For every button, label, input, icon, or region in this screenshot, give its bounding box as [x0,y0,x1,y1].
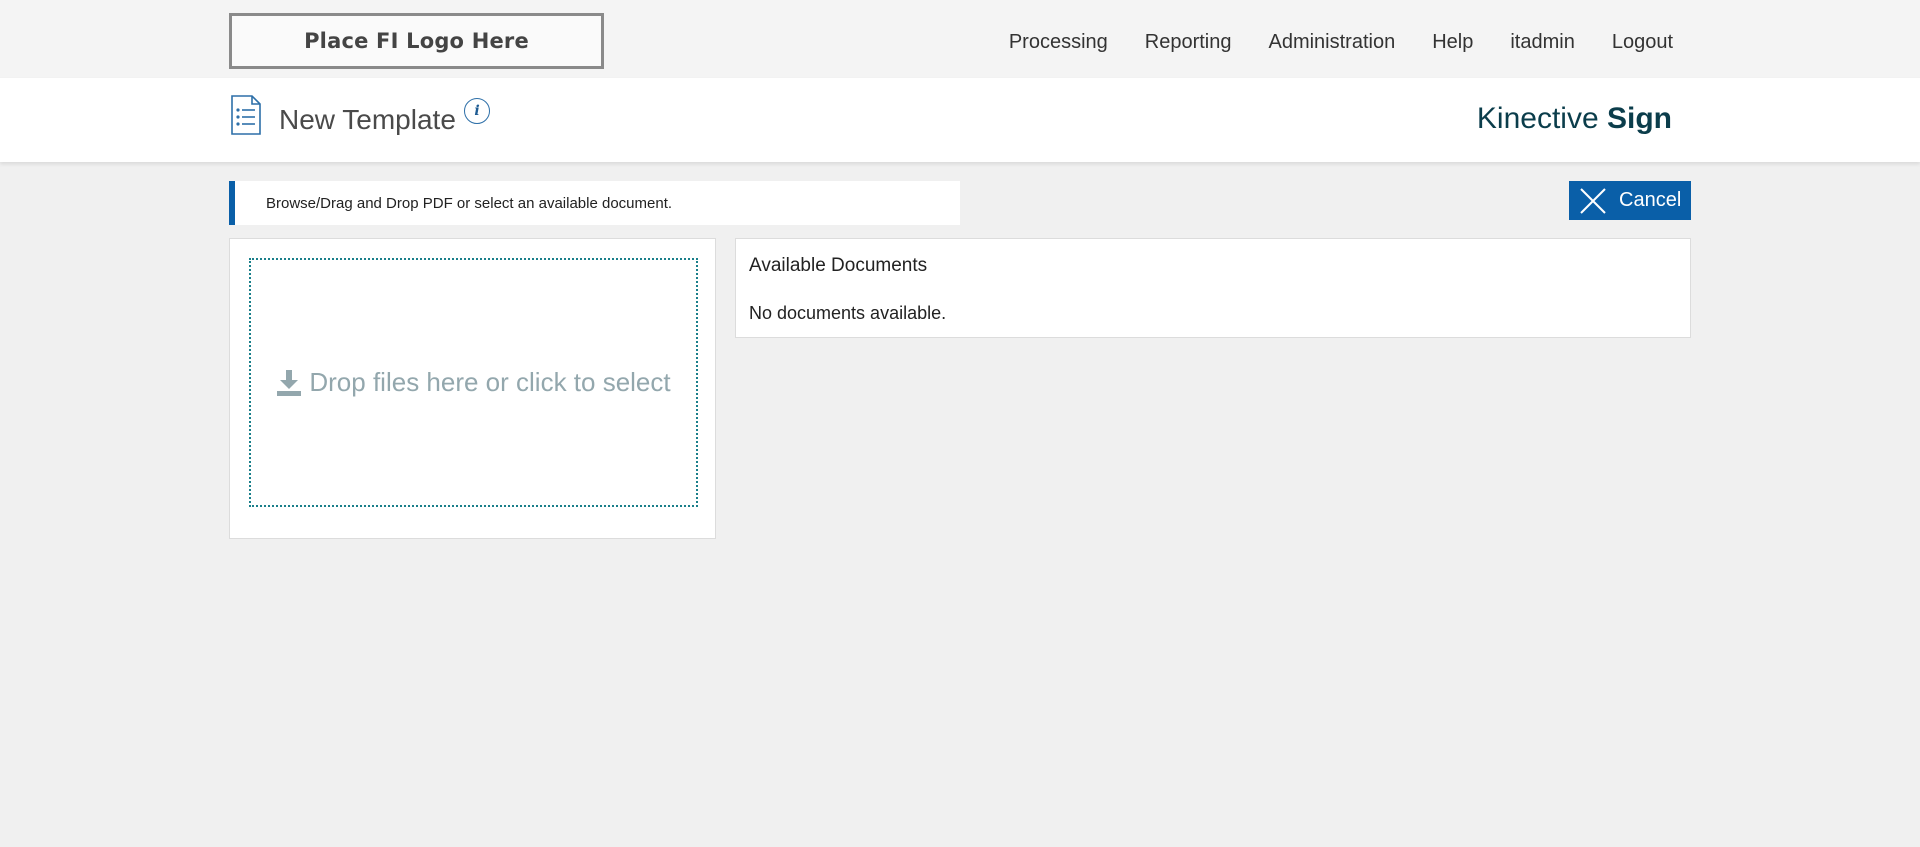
dropzone-text: Drop files here or click to select [309,367,671,397]
brand-product: Sign [1607,102,1672,135]
close-icon [1580,187,1606,214]
file-dropzone[interactable]: Drop files here or click to select [249,258,698,507]
instruction-text: Browse/Drag and Drop PDF or select an av… [266,194,673,212]
institution-logo-placeholder[interactable]: Place FI Logo Here [229,13,604,69]
nav-user-menu[interactable]: itadmin [1510,31,1574,54]
page-title: New Template [279,104,456,135]
top-navigation-bar: Place FI Logo Here Processing Reporting … [0,0,1920,78]
nav-processing[interactable]: Processing [1009,31,1108,54]
info-icon[interactable]: i [464,98,490,124]
nav-administration[interactable]: Administration [1268,31,1395,54]
nav-help[interactable]: Help [1432,31,1473,54]
brand-wordmark: Kinective Sign [1477,102,1672,136]
available-documents-panel: Available Documents No documents availab… [735,238,1691,338]
dropzone-prompt: Drop files here or click to select [276,367,671,398]
nav-reporting[interactable]: Reporting [1145,31,1232,54]
brand-name: Kinective [1476,102,1599,135]
document-list-icon [231,95,261,135]
instruction-banner: Browse/Drag and Drop PDF or select an av… [229,181,960,225]
page-header: New Template i Kinective Sign [0,78,1920,162]
cancel-label: Cancel [1619,189,1682,211]
cancel-button[interactable]: Cancel [1569,181,1691,220]
main-nav: Processing Reporting Administration Help… [1009,0,1673,84]
documents-empty-message: No documents available. [749,303,947,323]
download-icon [277,369,302,396]
logo-text: Place FI Logo Here [304,29,529,53]
available-documents-title: Available Documents [749,255,928,276]
nav-logout[interactable]: Logout [1612,31,1673,54]
upload-panel: Drop files here or click to select [229,238,716,539]
